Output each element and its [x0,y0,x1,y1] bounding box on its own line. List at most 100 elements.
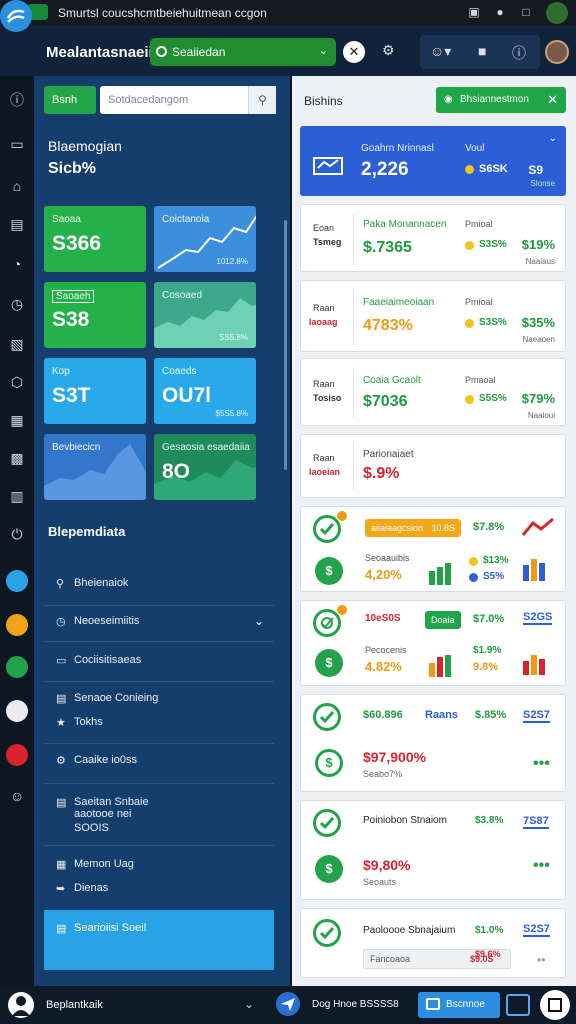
clock-icon[interactable]: ◷ [7,294,27,314]
grid-icon[interactable]: ▩ [7,448,27,468]
user-avatar[interactable] [545,40,569,64]
folder-icon[interactable]: ▭ [7,134,27,154]
task-card[interactable]: Paoloooe Sbnajaium $1.0% S2S7 Fancoaoa $… [300,908,566,978]
metric-tile[interactable]: Saoaa S366 [44,206,146,272]
user-settings-icon[interactable]: ☺ [7,786,27,806]
settings-icon[interactable]: ⚙ [382,42,395,59]
share-icon[interactable] [506,994,530,1016]
list-item[interactable]: ▤ Senaoe Conieing ★ Tokhs [44,682,274,744]
list-item[interactable]: ▦ Memon Uag ➥ Dienas [44,846,274,906]
layers-icon[interactable]: ▧ [7,334,27,354]
chart-icon[interactable]: ◔ [7,254,27,274]
metric-tile[interactable]: Coictanoia 1012.8% [154,206,256,272]
status-dot [465,395,474,404]
metric-tile[interactable]: Bevbiecicn [44,434,146,500]
list-item-label: Searioiisi Soeil [74,922,147,934]
more-icon[interactable]: ••• [533,755,550,773]
card-metric: $9.6% [475,949,501,959]
chevron-down-icon[interactable]: ⌄ [549,133,557,144]
workspace-select[interactable]: Seaiiedan ⌄ [150,38,336,66]
profile-avatar[interactable] [546,2,568,24]
task-card[interactable]: $ $60.896 Raans $.85% S2S7 $97,900% Seab… [300,694,566,792]
more-icon[interactable]: ••• [533,857,550,875]
status-dot [465,165,474,174]
app-logo-icon[interactable] [0,0,32,32]
check-icon [313,919,341,947]
metric-card[interactable]: Raan Iaoeian Parionaiaet $.9% [300,434,566,498]
dollar-icon: $ [315,749,343,777]
task-card[interactable]: $ aiiaiaagcsion 10.8S $7.8% Seoaauibis 4… [300,506,566,592]
card-side-value: Tosiso [313,393,342,403]
pin-icon[interactable]: ▣ [466,4,482,20]
window-icon[interactable]: □ [518,4,534,20]
metric-tile[interactable]: Gesaosia esaedaiia 8O [154,434,256,500]
scrollbar[interactable] [284,220,287,470]
copy-icon[interactable] [540,990,570,1020]
folder-icon: ▭ [56,655,67,667]
search-input[interactable]: Sotdacedangom ⚲ [100,86,276,114]
metric-tile[interactable]: Saoaeh S38 [44,282,146,348]
card-sub: Naaiaus [525,257,555,266]
chevron-down-icon: ⌄ [318,45,328,57]
task-card[interactable]: $ Poiniobon Stnaiom $3.8% 7S87 $9,80% Se… [300,800,566,900]
document-icon[interactable]: ▤ [7,214,27,234]
message-icon[interactable]: ■ [478,43,486,59]
user-icon[interactable]: ● [492,4,508,20]
info-icon[interactable]: ⓘ [512,43,526,63]
app-red-icon[interactable] [6,744,28,766]
metric-card[interactable]: Raan Tosiso Coaia Gcaolt $7036 Pmaoal S5… [300,358,566,426]
search-icon [156,46,167,57]
metric-card[interactable]: Raan Iaoaag Faaeiaimeoiaan 4783% Pmioal … [300,280,566,352]
add-button[interactable]: Bsnh [44,86,96,114]
calendar-icon[interactable]: ▦ [7,410,27,430]
list-item[interactable]: ⚙ Caaike io0ss [44,744,274,784]
close-icon[interactable]: ✕ [547,92,558,108]
more-icon[interactable]: •• [537,953,545,967]
highlighted-list-item[interactable]: ▤ Searioiisi Soeil [44,910,274,970]
list-item[interactable]: ⚲ Bheienaiok [44,570,274,606]
bottom-action-button[interactable]: Bscnnoe [418,992,500,1018]
table-icon[interactable]: ▥ [7,486,27,506]
search-icon[interactable]: ⚲ [248,86,276,114]
list-item[interactable]: ◷ Neoeseimiitis [44,606,274,642]
metric-tile[interactable]: Kop S3T [44,358,146,424]
power-icon[interactable]: ⏻ [7,524,27,544]
card-right-value: $19% [521,237,555,252]
card-value: $.9% [363,465,400,482]
tile-sub: 1012.8% [216,257,248,266]
task-card[interactable]: $ 10eS0S Doaia $7.0% S2GS Pecocenis 4.82… [300,600,566,686]
status-pill: Doaia [425,611,461,629]
tile-label: Saoaa [52,214,81,225]
metric-tile[interactable]: Coaeds OU7l $5S5.8% [154,358,256,424]
account-icon[interactable]: ☺▾ [430,43,451,60]
list-item-label: SOOIS [74,822,109,834]
box-icon[interactable]: ⬡ [7,372,27,392]
close-icon[interactable]: ✕ [343,41,365,63]
notification-button[interactable]: ◉ Bhsiannestmon ✕ [436,87,566,113]
app-green-icon[interactable] [6,656,28,678]
info-icon[interactable]: ⓘ [7,90,27,110]
user-icon[interactable] [8,992,34,1018]
metric-card[interactable]: Eoan Tsmeg Paka Monannacen $.7365 Pmioal… [300,204,566,272]
card-metric: 9.8% [473,661,499,673]
card-title: Seoaauibis [365,553,410,563]
metric-tile[interactable]: Cosoaed SS5.8% [154,282,256,348]
app-orange-icon[interactable] [6,614,28,636]
list-item[interactable]: ▭ Cociisitisaeas [44,642,274,682]
trend-icon [521,517,554,536]
chevron-down-icon[interactable]: ⌄ [244,997,254,1011]
app-blue-icon[interactable] [6,570,28,592]
list-item-label: Bheienaiok [74,577,129,589]
home-icon[interactable]: ⌂ [7,176,27,196]
chevron-down-icon[interactable]: ⌄ [254,614,264,628]
summary-card[interactable]: Goahrn Nrinnasl 2,226 Voul S6SK S9 Slons… [300,126,566,196]
send-icon[interactable] [276,992,300,1016]
list-item-label: aaotooe nei [74,808,132,820]
card-side-label: Raan [313,379,335,389]
list-item[interactable]: ▤ Saeitan Snbaie aaotooe nei SOOIS [44,784,274,846]
status-dot [465,319,474,328]
app-white-icon[interactable] [6,700,28,722]
card-sub: Seabo7% [363,769,403,779]
card-code: 10eS0S [365,613,401,624]
card-title: Faaeiaimeoiaan [363,297,435,308]
